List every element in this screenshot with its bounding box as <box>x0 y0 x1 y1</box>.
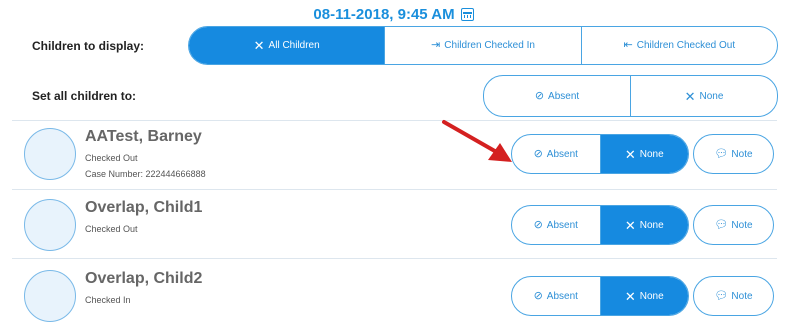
row-divider <box>12 120 777 121</box>
avatar <box>24 270 76 322</box>
avatar <box>24 199 76 251</box>
attendance-segmented: ⊘ Absent ✕ None <box>511 276 689 316</box>
all-children-option[interactable]: ✕ All Children <box>189 27 385 64</box>
child-name[interactable]: AATest, Barney <box>85 128 202 146</box>
absent-icon: ⊘ <box>534 89 545 102</box>
attendance-segmented: ⊘ Absent ✕ None <box>511 134 689 174</box>
x-icon: ✕ <box>624 288 636 304</box>
speech-bubble-icon: 💬︎ <box>714 289 729 302</box>
x-icon: ✕ <box>253 38 265 53</box>
absent-label: Absent <box>546 148 578 160</box>
avatar <box>24 128 76 180</box>
note-button[interactable]: 💬︎ Note <box>693 276 774 316</box>
child-status: Checked Out <box>85 224 138 234</box>
children-checked-out-option[interactable]: ⇤ Children Checked Out <box>580 27 777 64</box>
speech-bubble-icon: 💬︎ <box>714 218 729 231</box>
display-filter-segmented: ✕ All Children ⇥ Children Checked In ⇤ C… <box>188 26 778 65</box>
set-all-absent-label: Absent <box>548 90 580 102</box>
note-label: Note <box>731 148 753 160</box>
absent-button[interactable]: ⊘ Absent <box>512 135 600 173</box>
note-label: Note <box>731 219 753 231</box>
children-checked-out-label: Children Checked Out <box>636 40 736 51</box>
x-icon: ✕ <box>684 88 696 104</box>
child-status: Checked In <box>85 295 131 305</box>
set-all-absent-option[interactable]: ⊘ Absent <box>484 76 630 116</box>
row-divider <box>12 258 777 259</box>
child-case-number: Case Number: 222444666888 <box>85 169 206 179</box>
absent-label: Absent <box>546 290 578 302</box>
none-label: None <box>639 219 664 231</box>
x-icon: ✕ <box>624 146 636 162</box>
absent-button[interactable]: ⊘ Absent <box>512 206 600 244</box>
calendar-icon[interactable] <box>460 8 474 21</box>
set-all-segmented: ⊘ Absent ✕ None <box>483 75 778 117</box>
none-button[interactable]: ✕ None <box>599 277 688 315</box>
set-all-children-label: Set all children to: <box>32 89 137 103</box>
absent-icon: ⊘ <box>533 218 543 231</box>
absent-icon: ⊘ <box>533 289 543 302</box>
x-icon: ✕ <box>624 217 636 233</box>
none-label: None <box>639 290 664 302</box>
child-name[interactable]: Overlap, Child2 <box>85 270 202 288</box>
child-name[interactable]: Overlap, Child1 <box>85 199 202 217</box>
absent-label: Absent <box>546 219 578 231</box>
check-in-icon: ⇥ <box>431 39 441 51</box>
date-time-text: 08-11-2018, 9:45 AM <box>313 6 455 23</box>
absent-icon: ⊘ <box>533 147 543 160</box>
red-arrow-annotation <box>442 120 512 162</box>
none-button[interactable]: ✕ None <box>599 135 688 173</box>
none-button[interactable]: ✕ None <box>599 206 688 244</box>
none-label: None <box>639 148 664 160</box>
note-label: Note <box>731 290 753 302</box>
all-children-label: All Children <box>268 40 320 51</box>
speech-bubble-icon: 💬︎ <box>714 147 729 160</box>
children-checked-in-label: Children Checked In <box>444 40 535 51</box>
attendance-segmented: ⊘ Absent ✕ None <box>511 205 689 245</box>
children-to-display-label: Children to display: <box>32 39 145 53</box>
row-divider <box>12 189 777 190</box>
note-button[interactable]: 💬︎ Note <box>693 205 774 245</box>
set-all-none-label: None <box>699 90 724 102</box>
date-header[interactable]: 08-11-2018, 9:45 AM <box>0 6 787 23</box>
child-status: Checked Out <box>85 153 138 163</box>
check-out-icon: ⇤ <box>623 39 633 51</box>
children-checked-in-option[interactable]: ⇥ Children Checked In <box>384 27 580 64</box>
absent-button[interactable]: ⊘ Absent <box>512 277 600 315</box>
note-button[interactable]: 💬︎ Note <box>693 134 774 174</box>
set-all-none-option[interactable]: ✕ None <box>630 76 777 116</box>
